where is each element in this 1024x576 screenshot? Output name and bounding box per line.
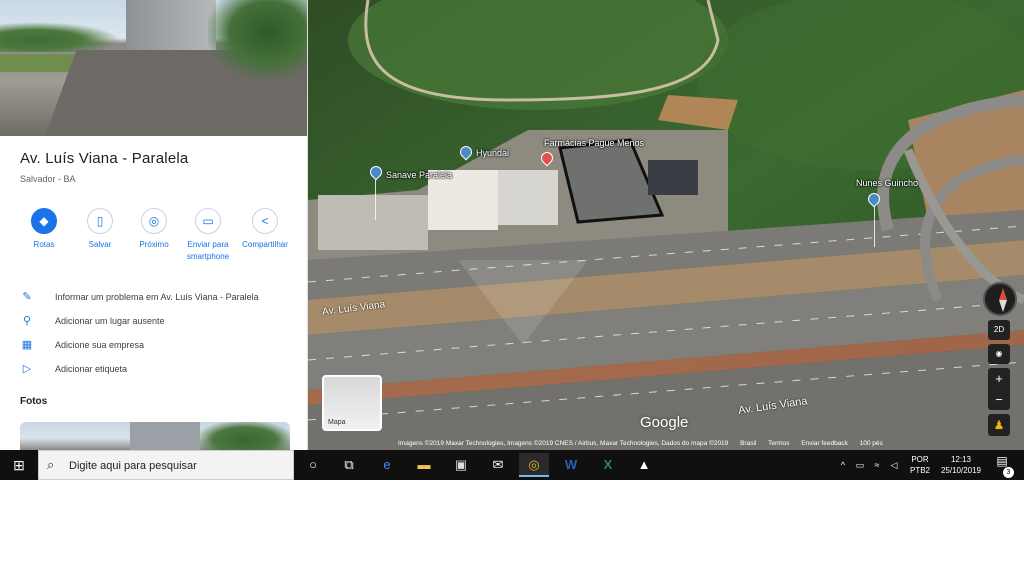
add-business-row[interactable]: ▦ Adicione sua empresa [20, 338, 305, 354]
map-type-label: Mapa [328, 419, 346, 426]
zoom-controls: + − [988, 368, 1010, 410]
wifi-icon[interactable]: ≈ [870, 450, 884, 480]
label-icon: ▷ [22, 363, 32, 375]
scale-label[interactable]: 100 pés [860, 440, 883, 447]
place-title: Av. Luís Viana - Paralela [20, 150, 189, 167]
place-subtitle: Salvador - BA [20, 174, 76, 184]
language-indicator[interactable]: POR PTB2 [908, 454, 932, 476]
report-problem-row[interactable]: ✎ Informar um problema em Av. Luís Viana… [20, 290, 305, 306]
zoom-in-button[interactable]: + [988, 368, 1010, 389]
notification-icon[interactable]: ▤ 3 [992, 454, 1014, 478]
taskbar: ⊞ ⌕ Digite aqui para pesquisar ○ ⧉ e ▬ ▣… [0, 450, 1024, 480]
nearby-button[interactable]: ◎ Próximo [126, 208, 182, 251]
volume-icon[interactable]: ◁ [887, 450, 901, 480]
nearby-icon: ◎ [141, 208, 167, 234]
system-clock[interactable]: 12:13 25/10/2019 [934, 454, 988, 476]
save-button[interactable]: ▯ Salvar [72, 208, 128, 251]
task-view-icon[interactable]: ⧉ [334, 453, 364, 477]
action-label: Salvar [88, 240, 112, 249]
share-icon: < [252, 208, 278, 234]
pin-stem [375, 180, 376, 220]
photos-icon[interactable]: ▲ [629, 453, 659, 477]
imagery-credit: Imagens ©2019 Maxar Technologies, Imagen… [398, 440, 729, 447]
photo-trees [208, 0, 307, 80]
photo-trees [0, 22, 120, 52]
notification-count: 3 [1003, 467, 1014, 478]
excel-icon[interactable]: X [593, 453, 623, 477]
compass-north [999, 288, 1007, 300]
region-link[interactable]: Brasil [740, 440, 756, 447]
battery-icon[interactable]: ▭ [853, 450, 867, 480]
map-label-nunes[interactable]: Nunes Guincho [856, 178, 918, 188]
language-code: POR [911, 455, 929, 464]
cortana-icon[interactable]: ○ [298, 453, 328, 477]
taskbar-search-input[interactable]: ⌕ Digite aqui para pesquisar [38, 450, 294, 480]
info-row-label: Adicionar etiqueta [55, 364, 128, 374]
file-explorer-icon[interactable]: ▬ [409, 453, 439, 477]
info-row-label: Informar um problema em Av. Luís Viana -… [55, 292, 259, 302]
map-attribution: Imagens ©2019 Maxar Technologies, Imagen… [398, 440, 893, 447]
action-label: Enviar para smartphone [186, 240, 230, 261]
add-missing-place-row[interactable]: ⚲ Adicionar um lugar ausente [20, 314, 305, 330]
bookmark-icon: ▯ [87, 208, 113, 234]
screen: Av. Luís Viana - Paralela Salvador - BA … [0, 0, 1024, 480]
map-label-hyundai[interactable]: Hyundai [476, 148, 509, 158]
keyboard-layout: PTB2 [909, 466, 930, 475]
compass-south [999, 300, 1007, 312]
google-logo: Google [640, 414, 689, 431]
photo-thumbnail[interactable] [20, 422, 290, 450]
send-to-phone-button[interactable]: ▭ Enviar para smartphone [180, 208, 236, 263]
info-row-label: Adicione sua empresa [55, 340, 145, 350]
map-label-farmacia[interactable]: Farmácias Pague Menos [544, 138, 644, 148]
photo-building [126, 0, 216, 52]
map-label-sanave[interactable]: Sanave Paralela [386, 170, 452, 180]
feedback-link[interactable]: Enviar feedback [801, 440, 848, 447]
view-2d-button[interactable]: 2D [988, 320, 1010, 340]
send-to-phone-icon: ▭ [195, 208, 221, 234]
clock-date: 25/10/2019 [940, 466, 982, 475]
zoom-out-button[interactable]: − [988, 389, 1010, 410]
windows-start-icon[interactable]: ⊞ [0, 450, 38, 480]
add-label-row[interactable]: ▷ Adicionar etiqueta [20, 362, 305, 378]
search-placeholder: Digite aqui para pesquisar [69, 460, 197, 472]
directions-button[interactable]: ◆ Rotas [16, 208, 72, 251]
search-icon: ⌕ [47, 457, 55, 472]
clock-time: 12:13 [950, 455, 972, 464]
directions-icon: ◆ [31, 208, 57, 234]
terms-link[interactable]: Termos [768, 440, 789, 447]
photos-heading: Fotos [20, 396, 48, 407]
pencil-icon: ✎ [22, 291, 32, 303]
edge-icon[interactable]: e [372, 453, 402, 477]
share-button[interactable]: < Compartilhar [236, 208, 294, 251]
photo-trees [200, 422, 290, 450]
info-row-label: Adicionar um lugar ausente [55, 316, 165, 326]
action-label: Próximo [139, 240, 169, 249]
pegman-icon[interactable]: ♟ [988, 414, 1010, 436]
pin-stem [874, 207, 875, 247]
place-panel: Av. Luís Viana - Paralela Salvador - BA … [0, 0, 308, 450]
store-icon: ▦ [21, 339, 33, 351]
action-label: Rotas [33, 240, 55, 249]
satellite-map[interactable]: Sanave Paralela Hyundai Farmácias Pague … [308, 0, 1024, 450]
add-place-icon: ⚲ [22, 315, 32, 327]
mail-icon[interactable]: ✉ [483, 453, 513, 477]
street-view-photo[interactable] [0, 0, 307, 136]
word-icon[interactable]: W [556, 453, 586, 477]
map-type-toggle[interactable]: Mapa [322, 375, 382, 431]
compass-icon[interactable] [983, 282, 1017, 316]
chrome-icon[interactable]: ◎ [519, 453, 549, 477]
rotate-icon[interactable]: ◉ [988, 344, 1010, 364]
map-imagery [308, 0, 1024, 450]
tray-chevron-icon[interactable]: ^ [836, 450, 850, 480]
action-label: Compartilhar [242, 240, 288, 249]
photo-building [130, 422, 200, 450]
store-icon[interactable]: ▣ [446, 453, 476, 477]
